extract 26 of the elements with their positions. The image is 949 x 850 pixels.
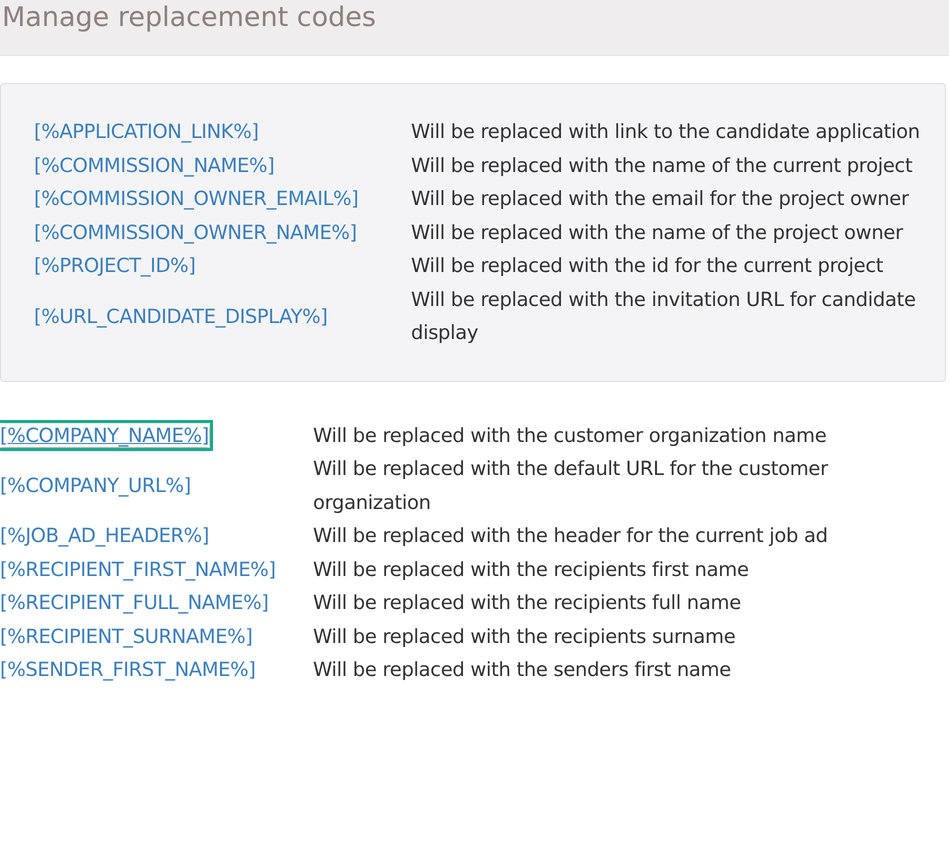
code-description: Will be replaced with the header for the current job ad [313, 523, 829, 549]
code-link[interactable]: [%APPLICATION_LINK%] [34, 120, 259, 144]
code-link[interactable]: [%SENDER_FIRST_NAME%] [0, 658, 256, 682]
code-description: Will be replaced with the id for the current project [411, 253, 884, 279]
code-description: Will be replaced with the customer organization name [313, 422, 828, 448]
code-description: Will be replaced with the recipients full name [313, 590, 742, 616]
code-link[interactable]: [%PROJECT_ID%] [34, 254, 196, 278]
code-link[interactable]: [%RECIPIENT_FIRST_NAME%] [0, 558, 276, 581]
code-description: Will be replaced with the recipients surname [313, 624, 736, 650]
code-description: Will be replaced with link to the candidate application [411, 119, 921, 145]
code-description: Will be replaced with the senders first name [313, 657, 732, 683]
code-link[interactable]: [%COMMISSION_OWNER_NAME%] [34, 220, 357, 244]
code-description: Will be replaced with the invitation URL for candidate display [411, 286, 917, 346]
page-title: Manage replacement codes [1, 1, 376, 35]
code-description: Will be replaced with the recipients first name [313, 556, 750, 582]
code-link[interactable]: [%URL_CANDIDATE_DISPLAY%] [34, 304, 328, 328]
code-link[interactable]: [%RECIPIENT_FULL_NAME%] [0, 591, 268, 614]
code-description: Will be replaced with the name of the project owner [411, 220, 904, 246]
code-description: Will be replaced with the name of the current project [411, 152, 914, 178]
code-description: Will be replaced with the default URL for the customer organization [313, 456, 830, 516]
code-link[interactable]: [%COMMISSION_OWNER_EMAIL%] [34, 187, 358, 210]
code-link[interactable]: [%COMMISSION_NAME%] [34, 154, 274, 177]
code-link[interactable]: [%JOB_AD_HEADER%] [0, 524, 210, 548]
code-link[interactable]: [%RECIPIENT_SURNAME%] [0, 624, 252, 648]
code-link[interactable]: [%COMPANY_URL%] [0, 474, 191, 497]
code-description: Will be replaced with the email for the project owner [411, 186, 910, 212]
